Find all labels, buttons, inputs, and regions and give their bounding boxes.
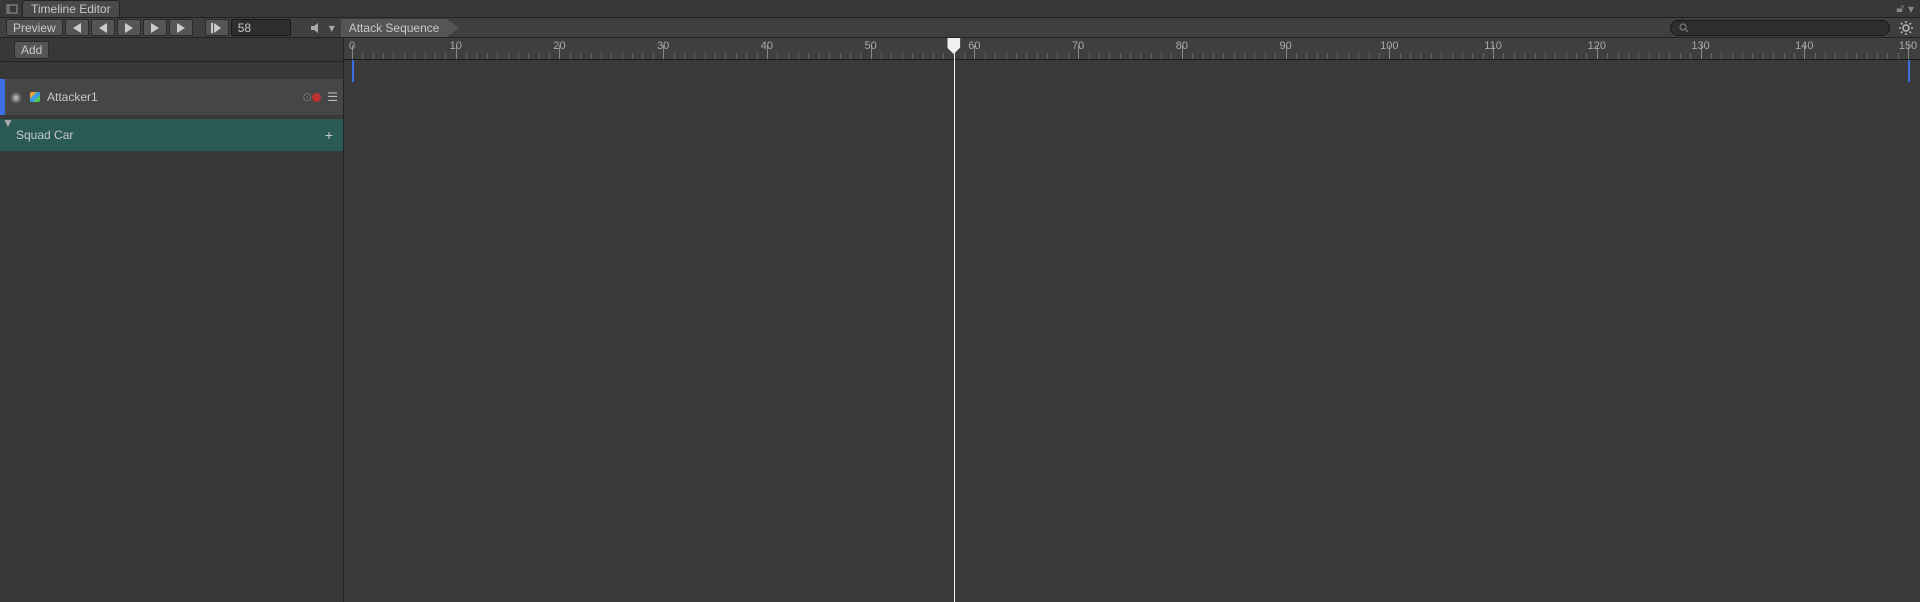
frame-value: 58 xyxy=(238,21,251,35)
ruler-tick-label: 50 xyxy=(865,40,877,52)
track-header-attacker[interactable]: ◉ Attacker1 ⊙ ☰ xyxy=(0,79,343,115)
preview-button[interactable]: Preview xyxy=(6,19,63,36)
gear-icon xyxy=(1898,20,1914,36)
current-frame-field[interactable]: 58 xyxy=(231,19,291,36)
search-icon xyxy=(1679,23,1689,33)
speaker-small-icon xyxy=(309,21,323,35)
ruler-tick-label: 120 xyxy=(1588,40,1606,52)
play-button[interactable] xyxy=(117,19,141,36)
ruler-tick-label: 10 xyxy=(450,40,462,52)
track-name-label: Attacker1 xyxy=(47,90,293,104)
track-list-panel: Add ◉ Attacker1 ⊙ ☰ ▼ Squad Car + xyxy=(0,38,344,602)
ruler-tick-label: 20 xyxy=(553,40,565,52)
lock-icon[interactable]: 🔓︎ xyxy=(1896,1,1904,16)
toolbar: Preview 58 ▾ Attack Sequence xyxy=(0,18,1920,38)
ruler-tick-label: 100 xyxy=(1380,40,1398,52)
prev-frame-button[interactable] xyxy=(91,19,115,36)
ruler-tick-label: 110 xyxy=(1484,40,1502,52)
ruler-tick-label: 0 xyxy=(349,40,355,52)
add-subtrack-icon[interactable]: + xyxy=(325,127,333,143)
add-track-button[interactable]: Add xyxy=(14,41,49,59)
object-picker-icon[interactable]: ⊙ xyxy=(302,90,312,104)
ruler-tick-label: 130 xyxy=(1691,40,1709,52)
cube-icon xyxy=(28,90,42,104)
playhead[interactable] xyxy=(954,38,955,602)
timeline-window-icon xyxy=(6,3,18,15)
track-group-header[interactable]: Squad Car + xyxy=(0,119,343,151)
add-label: Add xyxy=(21,43,42,57)
preview-label: Preview xyxy=(13,21,56,35)
record-button[interactable] xyxy=(312,93,321,102)
group-collapse-caret[interactable]: ▼ xyxy=(2,116,14,130)
visibility-toggle-icon[interactable]: ◉ xyxy=(9,90,23,104)
ruler-tick-label: 60 xyxy=(968,40,980,52)
tab-menu-icon[interactable]: ▾ xyxy=(1908,2,1914,16)
ruler-tick-label: 90 xyxy=(1279,40,1291,52)
play-range-button[interactable] xyxy=(205,19,229,36)
timeline-panel[interactable]: 0 10 20 30 40 50 60 70 80 90 100 110 120 130 140 150 xyxy=(344,38,1920,602)
ruler-tick-label: 80 xyxy=(1176,40,1188,52)
search-input[interactable] xyxy=(1670,20,1890,36)
next-frame-button[interactable] xyxy=(143,19,167,36)
goto-end-button[interactable] xyxy=(169,19,193,36)
time-ruler[interactable]: 0 10 20 30 40 50 60 70 80 90 100 110 120 130 140 150 xyxy=(344,38,1920,60)
ruler-tick-label: 70 xyxy=(1072,40,1084,52)
ruler-tick-label: 40 xyxy=(761,40,773,52)
asset-selector[interactable]: ▾ Attack Sequence xyxy=(309,19,460,37)
ruler-tick-label: 150 xyxy=(1899,40,1917,52)
ruler-tick-label: 30 xyxy=(657,40,669,52)
group-name-label: Squad Car xyxy=(16,128,73,142)
titlebar: Timeline Editor 🔓︎ ▾ xyxy=(0,0,1920,18)
ruler-tick-label: 140 xyxy=(1795,40,1813,52)
asset-name-label: Attack Sequence xyxy=(349,21,440,35)
settings-button[interactable] xyxy=(1898,20,1914,36)
window-title[interactable]: Timeline Editor xyxy=(22,0,120,17)
track-menu-icon[interactable]: ☰ xyxy=(327,90,337,104)
goto-start-button[interactable] xyxy=(65,19,89,36)
